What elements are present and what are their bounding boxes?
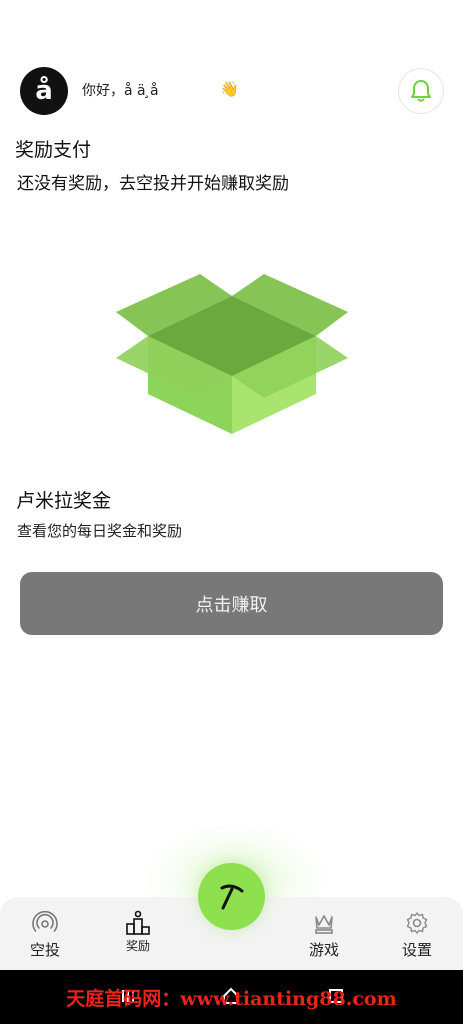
- watermark-text: 天庭首码网：www.tianting88.com: [66, 988, 397, 1010]
- rewards-title: 奖励支付: [15, 139, 92, 161]
- tab-airdrop-label: 空投: [29, 941, 60, 959]
- podium-icon: [126, 910, 150, 935]
- notification-button[interactable]: [398, 68, 444, 114]
- tab-settings[interactable]: 设置: [382, 897, 452, 970]
- bonus-description: 查看您的每日奖金和奖励: [17, 522, 183, 540]
- wave-icon: 👋: [220, 80, 239, 98]
- tab-settings-label: 设置: [401, 941, 432, 959]
- pickaxe-icon: [220, 884, 243, 909]
- tab-rewards[interactable]: 奖励: [103, 897, 173, 970]
- tab-airdrop[interactable]: 空投: [10, 897, 80, 970]
- tab-games-label: 游戏: [308, 941, 339, 959]
- header: å 你好，å ä ̧å 👋: [0, 0, 463, 120]
- avatar[interactable]: å: [20, 67, 68, 115]
- empty-box-illustration: [116, 274, 348, 434]
- mine-button[interactable]: [198, 863, 265, 930]
- rewards-empty-message: 还没有奖励，去空投并开始赚取奖励: [17, 174, 289, 194]
- tab-games[interactable]: 游戏: [289, 897, 359, 970]
- gear-icon: [406, 912, 428, 934]
- bonus-title: 卢米拉奖金: [16, 490, 112, 512]
- tap-to-earn-button[interactable]: 点击赚取: [20, 572, 443, 635]
- chess-queen-icon: [315, 915, 333, 934]
- greeting-text: 你好，å ä ̧å: [82, 83, 159, 99]
- airdrop-icon: [32, 911, 58, 932]
- bell-icon: [411, 80, 431, 102]
- tab-rewards-label: 奖励: [125, 939, 150, 953]
